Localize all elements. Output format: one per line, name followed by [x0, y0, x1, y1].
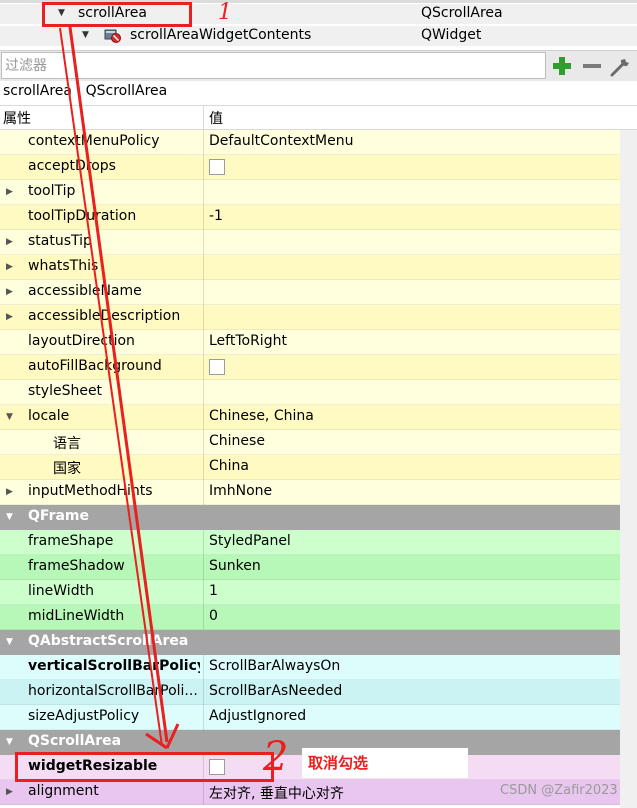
- annotation-step-2: 2: [263, 734, 289, 780]
- annotation-arrow: [59, 26, 180, 750]
- watermark: CSDN @Zafir2023: [500, 783, 618, 798]
- annotation-note: 取消勾选: [308, 754, 369, 772]
- annotation-step-1: 1: [218, 0, 232, 25]
